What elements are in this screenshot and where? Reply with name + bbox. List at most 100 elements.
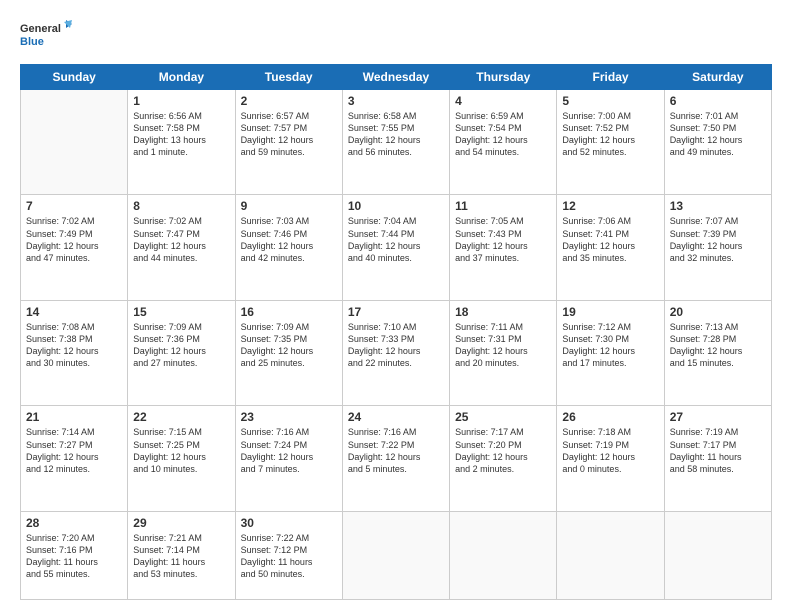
calendar-cell: 22 Sunrise: 7:15 AM Sunset: 7:25 PM Dayli… xyxy=(128,406,235,511)
day-info: Sunrise: 7:02 AM Sunset: 7:49 PM Dayligh… xyxy=(26,215,122,264)
calendar-cell: 4 Sunrise: 6:59 AM Sunset: 7:54 PM Daylig… xyxy=(450,90,557,195)
day-header-friday: Friday xyxy=(557,65,664,90)
day-info: Sunrise: 7:12 AM Sunset: 7:30 PM Dayligh… xyxy=(562,321,658,370)
day-info: Sunrise: 6:57 AM Sunset: 7:57 PM Dayligh… xyxy=(241,110,337,159)
day-info: Sunrise: 7:17 AM Sunset: 7:20 PM Dayligh… xyxy=(455,426,551,475)
calendar-cell: 23 Sunrise: 7:16 AM Sunset: 7:24 PM Dayli… xyxy=(235,406,342,511)
calendar-cell xyxy=(342,511,449,599)
day-info: Sunrise: 7:00 AM Sunset: 7:52 PM Dayligh… xyxy=(562,110,658,159)
day-info: Sunrise: 7:10 AM Sunset: 7:33 PM Dayligh… xyxy=(348,321,444,370)
calendar-page: General Blue SundayMondayTuesdayWednesda… xyxy=(0,0,792,612)
calendar-cell: 29 Sunrise: 7:21 AM Sunset: 7:14 PM Dayli… xyxy=(128,511,235,599)
calendar-cell: 14 Sunrise: 7:08 AM Sunset: 7:38 PM Dayli… xyxy=(21,300,128,405)
calendar-cell: 20 Sunrise: 7:13 AM Sunset: 7:28 PM Dayli… xyxy=(664,300,771,405)
day-number: 12 xyxy=(562,199,658,213)
calendar-cell: 2 Sunrise: 6:57 AM Sunset: 7:57 PM Daylig… xyxy=(235,90,342,195)
calendar-table: SundayMondayTuesdayWednesdayThursdayFrid… xyxy=(20,64,772,600)
header: General Blue xyxy=(20,18,772,54)
day-number: 3 xyxy=(348,94,444,108)
day-header-monday: Monday xyxy=(128,65,235,90)
day-header-tuesday: Tuesday xyxy=(235,65,342,90)
day-info: Sunrise: 7:03 AM Sunset: 7:46 PM Dayligh… xyxy=(241,215,337,264)
day-number: 30 xyxy=(241,516,337,530)
logo-svg: General Blue xyxy=(20,18,72,54)
day-number: 4 xyxy=(455,94,551,108)
logo: General Blue xyxy=(20,18,72,54)
day-info: Sunrise: 7:22 AM Sunset: 7:12 PM Dayligh… xyxy=(241,532,337,581)
calendar-cell: 11 Sunrise: 7:05 AM Sunset: 7:43 PM Dayli… xyxy=(450,195,557,300)
calendar-cell: 30 Sunrise: 7:22 AM Sunset: 7:12 PM Dayli… xyxy=(235,511,342,599)
day-info: Sunrise: 7:19 AM Sunset: 7:17 PM Dayligh… xyxy=(670,426,766,475)
calendar-cell: 1Sunrise: 6:56 AM Sunset: 7:58 PM Daylig… xyxy=(128,90,235,195)
calendar-cell xyxy=(664,511,771,599)
calendar-week-5: 28Sunrise: 7:20 AM Sunset: 7:16 PM Dayli… xyxy=(21,511,772,599)
day-info: Sunrise: 7:13 AM Sunset: 7:28 PM Dayligh… xyxy=(670,321,766,370)
day-info: Sunrise: 7:02 AM Sunset: 7:47 PM Dayligh… xyxy=(133,215,229,264)
day-info: Sunrise: 7:08 AM Sunset: 7:38 PM Dayligh… xyxy=(26,321,122,370)
svg-text:Blue: Blue xyxy=(20,36,44,48)
day-number: 29 xyxy=(133,516,229,530)
day-info: Sunrise: 6:59 AM Sunset: 7:54 PM Dayligh… xyxy=(455,110,551,159)
day-number: 21 xyxy=(26,410,122,424)
calendar-cell: 17Sunrise: 7:10 AM Sunset: 7:33 PM Dayli… xyxy=(342,300,449,405)
calendar-cell: 5 Sunrise: 7:00 AM Sunset: 7:52 PM Daylig… xyxy=(557,90,664,195)
day-number: 25 xyxy=(455,410,551,424)
svg-text:General: General xyxy=(20,23,61,35)
day-number: 9 xyxy=(241,199,337,213)
day-info: Sunrise: 7:15 AM Sunset: 7:25 PM Dayligh… xyxy=(133,426,229,475)
day-number: 10 xyxy=(348,199,444,213)
day-header-sunday: Sunday xyxy=(21,65,128,90)
calendar-cell: 19 Sunrise: 7:12 AM Sunset: 7:30 PM Dayli… xyxy=(557,300,664,405)
day-number: 24 xyxy=(348,410,444,424)
day-info: Sunrise: 7:11 AM Sunset: 7:31 PM Dayligh… xyxy=(455,321,551,370)
calendar-cell: 27 Sunrise: 7:19 AM Sunset: 7:17 PM Dayli… xyxy=(664,406,771,511)
day-number: 2 xyxy=(241,94,337,108)
calendar-week-4: 21 Sunrise: 7:14 AM Sunset: 7:27 PM Dayli… xyxy=(21,406,772,511)
day-number: 8 xyxy=(133,199,229,213)
day-number: 20 xyxy=(670,305,766,319)
day-info: Sunrise: 7:18 AM Sunset: 7:19 PM Dayligh… xyxy=(562,426,658,475)
calendar-cell: 9 Sunrise: 7:03 AM Sunset: 7:46 PM Daylig… xyxy=(235,195,342,300)
day-number: 11 xyxy=(455,199,551,213)
calendar-header-row: SundayMondayTuesdayWednesdayThursdayFrid… xyxy=(21,65,772,90)
day-info: Sunrise: 7:06 AM Sunset: 7:41 PM Dayligh… xyxy=(562,215,658,264)
day-number: 6 xyxy=(670,94,766,108)
calendar-cell xyxy=(21,90,128,195)
day-number: 7 xyxy=(26,199,122,213)
calendar-week-2: 7 Sunrise: 7:02 AM Sunset: 7:49 PM Daylig… xyxy=(21,195,772,300)
day-header-wednesday: Wednesday xyxy=(342,65,449,90)
calendar-cell: 12 Sunrise: 7:06 AM Sunset: 7:41 PM Dayli… xyxy=(557,195,664,300)
day-info: Sunrise: 7:04 AM Sunset: 7:44 PM Dayligh… xyxy=(348,215,444,264)
day-info: Sunrise: 7:16 AM Sunset: 7:24 PM Dayligh… xyxy=(241,426,337,475)
day-number: 5 xyxy=(562,94,658,108)
calendar-cell: 6 Sunrise: 7:01 AM Sunset: 7:50 PM Daylig… xyxy=(664,90,771,195)
calendar-cell: 26Sunrise: 7:18 AM Sunset: 7:19 PM Dayli… xyxy=(557,406,664,511)
day-info: Sunrise: 7:20 AM Sunset: 7:16 PM Dayligh… xyxy=(26,532,122,581)
day-number: 19 xyxy=(562,305,658,319)
day-info: Sunrise: 7:01 AM Sunset: 7:50 PM Dayligh… xyxy=(670,110,766,159)
calendar-cell: 21 Sunrise: 7:14 AM Sunset: 7:27 PM Dayli… xyxy=(21,406,128,511)
calendar-cell: 15Sunrise: 7:09 AM Sunset: 7:36 PM Dayli… xyxy=(128,300,235,405)
calendar-cell: 13 Sunrise: 7:07 AM Sunset: 7:39 PM Dayli… xyxy=(664,195,771,300)
day-number: 13 xyxy=(670,199,766,213)
day-number: 18 xyxy=(455,305,551,319)
day-info: Sunrise: 7:16 AM Sunset: 7:22 PM Dayligh… xyxy=(348,426,444,475)
day-number: 16 xyxy=(241,305,337,319)
day-info: Sunrise: 7:14 AM Sunset: 7:27 PM Dayligh… xyxy=(26,426,122,475)
day-info: Sunrise: 7:07 AM Sunset: 7:39 PM Dayligh… xyxy=(670,215,766,264)
day-info: Sunrise: 7:09 AM Sunset: 7:35 PM Dayligh… xyxy=(241,321,337,370)
calendar-week-3: 14 Sunrise: 7:08 AM Sunset: 7:38 PM Dayli… xyxy=(21,300,772,405)
day-info: Sunrise: 7:05 AM Sunset: 7:43 PM Dayligh… xyxy=(455,215,551,264)
day-number: 27 xyxy=(670,410,766,424)
day-info: Sunrise: 7:21 AM Sunset: 7:14 PM Dayligh… xyxy=(133,532,229,581)
day-info: Sunrise: 7:09 AM Sunset: 7:36 PM Dayligh… xyxy=(133,321,229,370)
day-number: 14 xyxy=(26,305,122,319)
calendar-cell: 3Sunrise: 6:58 AM Sunset: 7:55 PM Daylig… xyxy=(342,90,449,195)
day-number: 23 xyxy=(241,410,337,424)
day-number: 22 xyxy=(133,410,229,424)
calendar-cell: 7 Sunrise: 7:02 AM Sunset: 7:49 PM Daylig… xyxy=(21,195,128,300)
calendar-cell xyxy=(450,511,557,599)
calendar-cell: 28Sunrise: 7:20 AM Sunset: 7:16 PM Dayli… xyxy=(21,511,128,599)
day-info: Sunrise: 6:56 AM Sunset: 7:58 PM Dayligh… xyxy=(133,110,229,159)
calendar-cell xyxy=(557,511,664,599)
